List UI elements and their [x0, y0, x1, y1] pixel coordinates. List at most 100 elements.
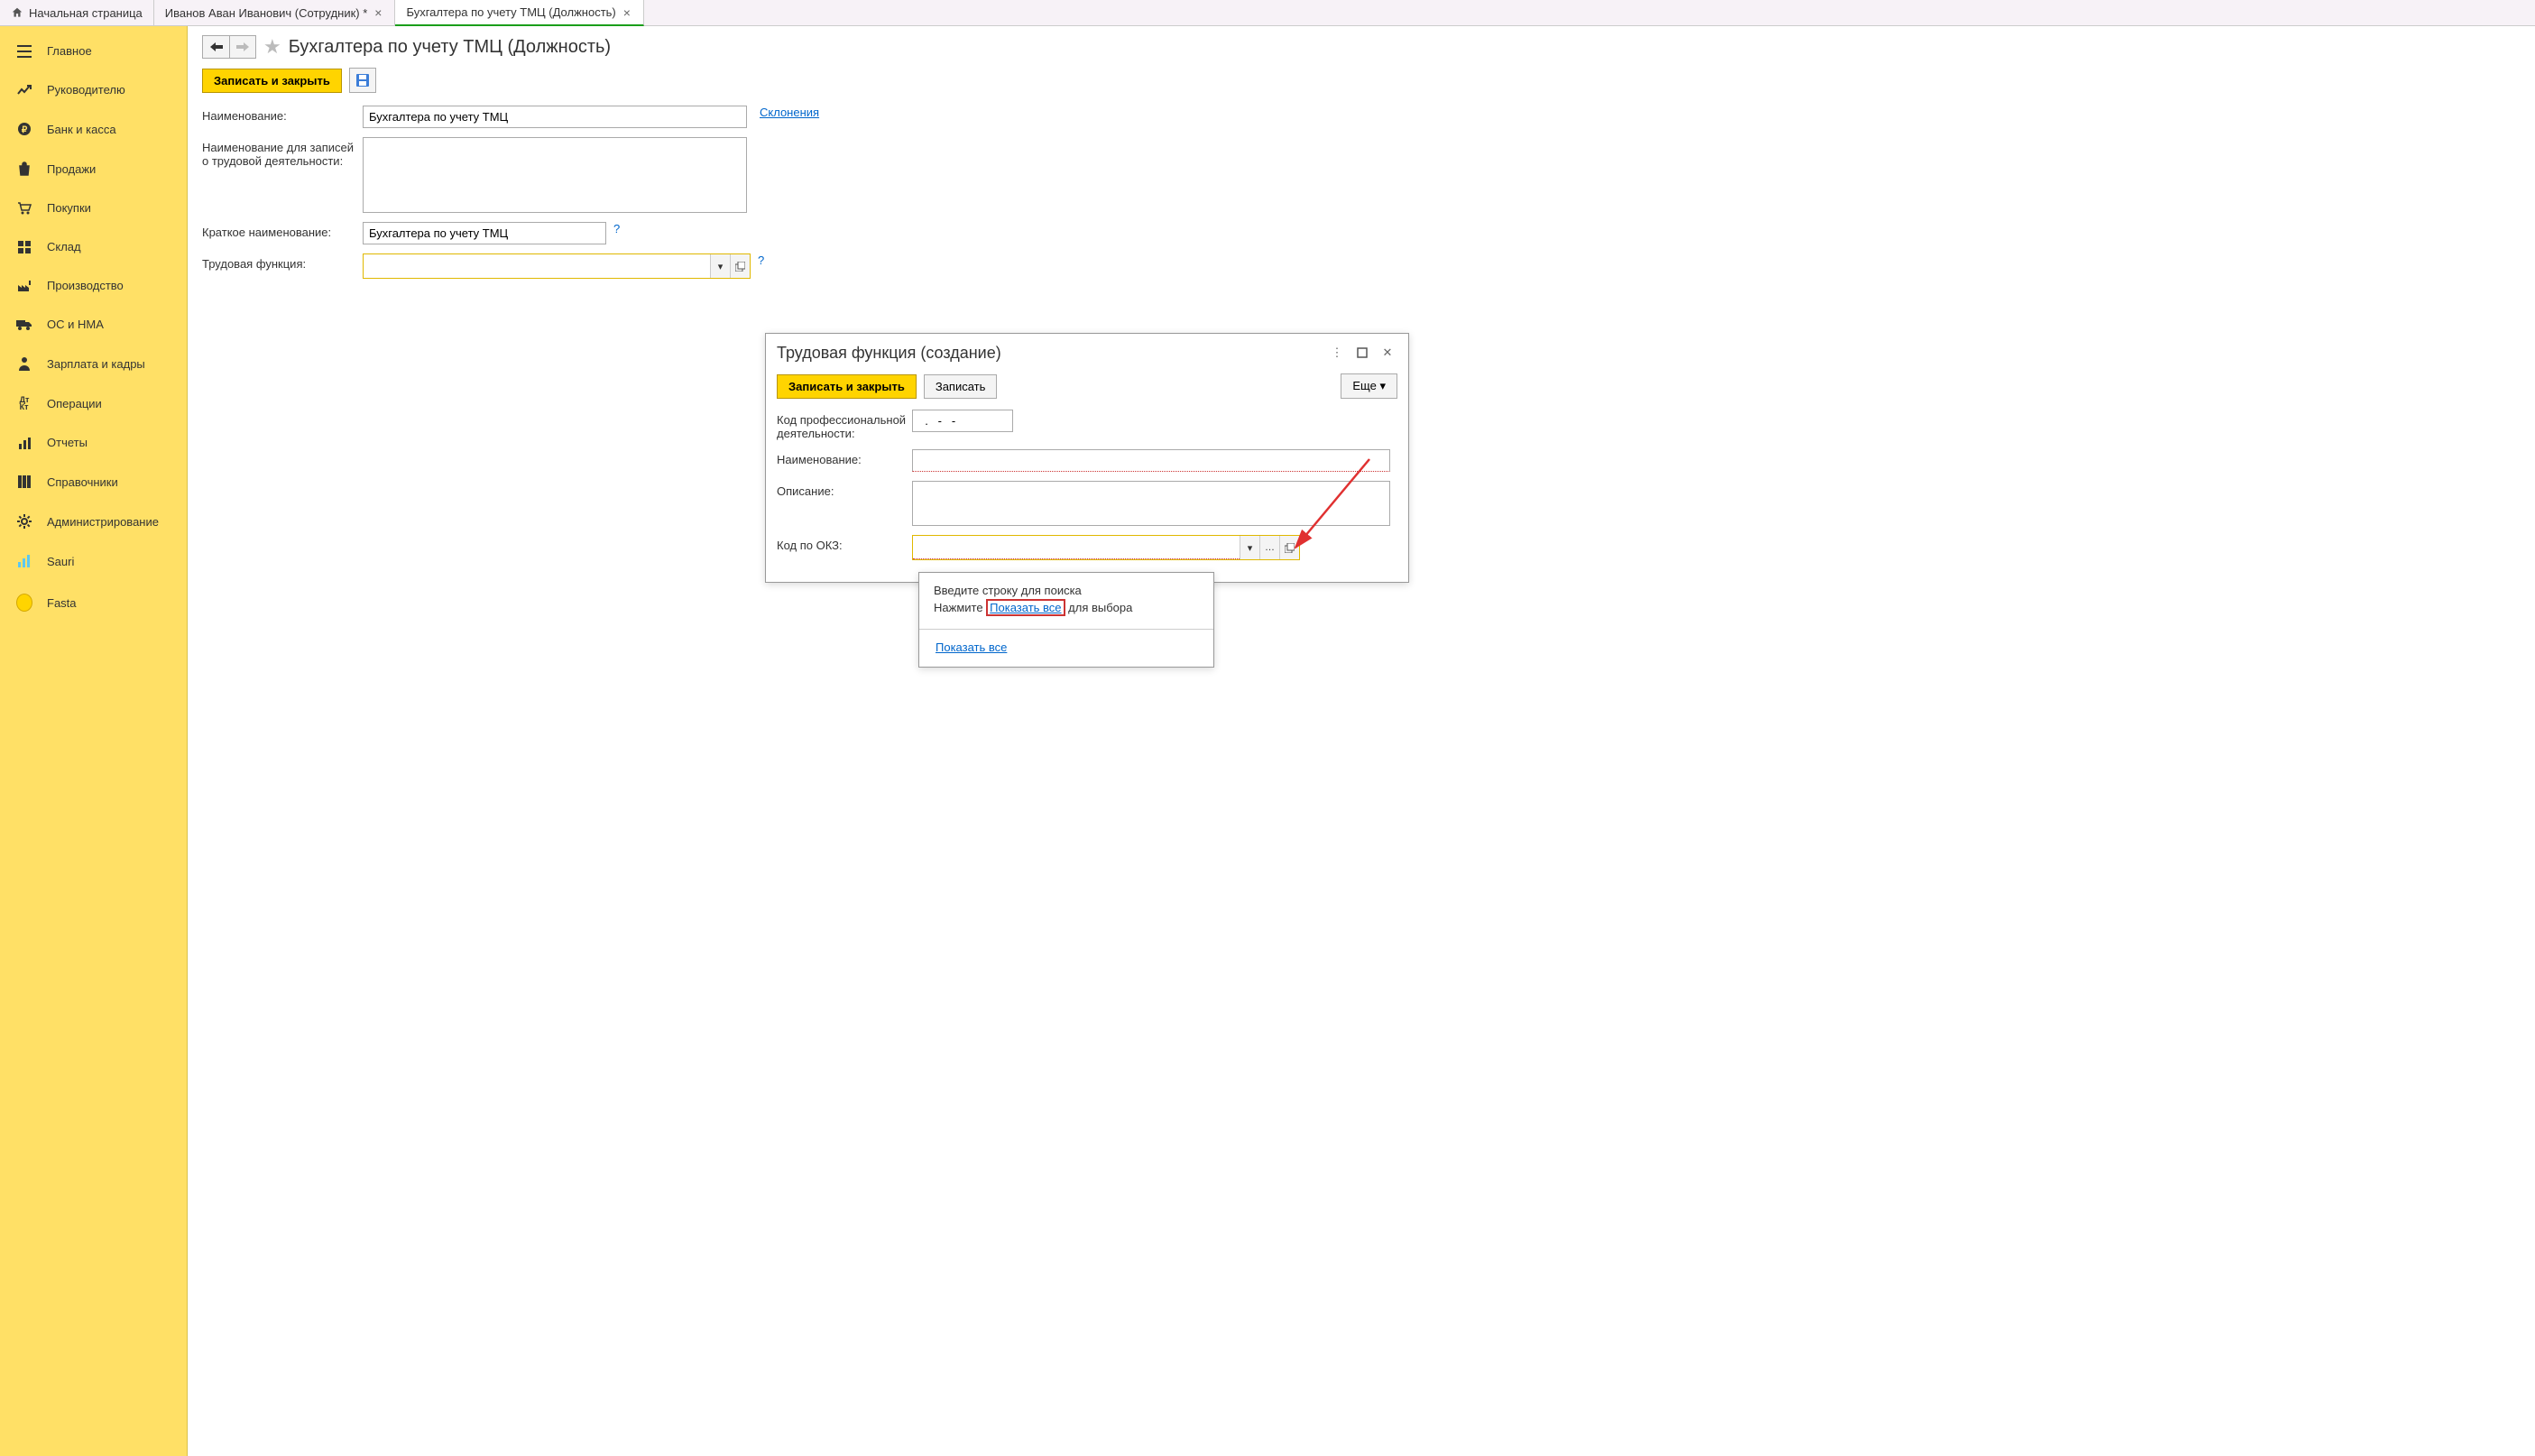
bag-icon [16, 161, 32, 176]
modal-more-button[interactable]: Еще ▾ [1341, 373, 1397, 399]
favorite-icon[interactable]: ★ [263, 35, 281, 59]
close-icon[interactable]: ✕ [1378, 343, 1397, 363]
sidebar-item-label: Главное [47, 44, 92, 58]
help-icon[interactable]: ? [613, 222, 620, 235]
modal-desc-input[interactable] [912, 481, 1390, 526]
show-all-link[interactable]: Показать все [934, 640, 1009, 654]
label-name-ezd: Наименование для записей о трудовой деят… [202, 137, 363, 168]
trend-icon [16, 85, 32, 96]
maximize-icon[interactable] [1352, 343, 1372, 363]
person-icon [16, 356, 32, 371]
name-input[interactable] [363, 106, 747, 128]
sidebar: Главное Руководителю ₽ Банк и касса Прод… [0, 26, 188, 1456]
labor-function-modal: Трудовая функция (создание) ⋮ ✕ Записать… [765, 333, 1409, 583]
sidebar-item-assets[interactable]: ОС и НМА [0, 305, 187, 344]
content-area: ★ Бухгалтера по учету ТМЦ (Должность) За… [188, 26, 2535, 1456]
sidebar-item-label: Зарплата и кадры [47, 357, 145, 371]
truck-icon [16, 319, 32, 330]
sidebar-item-fasta[interactable]: Fasta [0, 581, 187, 624]
tab-employee-label: Иванов Аван Иванович (Сотрудник) * [165, 6, 368, 20]
show-all-inline-link[interactable]: Показать все [986, 599, 1065, 616]
menu-icon [16, 45, 32, 58]
sidebar-item-catalogs[interactable]: Справочники [0, 462, 187, 502]
close-icon[interactable]: × [373, 5, 383, 20]
fasta-icon [16, 594, 32, 612]
sidebar-item-salary[interactable]: Зарплата и кадры [0, 344, 187, 383]
label-name: Наименование: [202, 106, 363, 123]
popup-hint-2: Нажмите Показать все для выбора [934, 601, 1199, 614]
labor-func-input[interactable] [364, 254, 710, 278]
okz-input[interactable] [913, 536, 1240, 559]
name-ezd-input[interactable] [363, 137, 747, 213]
page-title: Бухгалтера по учету ТМЦ (Должность) [289, 37, 611, 58]
sidebar-item-label: Fasta [47, 596, 77, 610]
sidebar-item-label: Операции [47, 397, 102, 410]
sidebar-item-label: Администрирование [47, 515, 159, 529]
okz-dropdown-popup: Введите строку для поиска Нажмите Показа… [918, 572, 1214, 668]
sidebar-item-label: Банк и касса [47, 123, 116, 136]
label-prof-code: Код профессиональной деятельности: [777, 410, 912, 440]
modal-save-button[interactable]: Записать [924, 374, 998, 399]
close-icon[interactable]: × [622, 5, 632, 20]
save-close-button[interactable]: Записать и закрыть [202, 69, 342, 93]
tab-position[interactable]: Бухгалтера по учету ТМЦ (Должность) × [395, 0, 643, 26]
tab-home[interactable]: Начальная страница [0, 0, 154, 25]
sidebar-item-admin[interactable]: Администрирование [0, 502, 187, 541]
modal-title: Трудовая функция (создание) [777, 344, 1322, 363]
chart-icon [16, 437, 32, 449]
gear-icon [16, 514, 32, 529]
boxes-icon [16, 241, 32, 253]
label-okz: Код по ОКЗ: [777, 535, 912, 552]
label-modal-name: Наименование: [777, 449, 912, 466]
sidebar-item-bank[interactable]: ₽ Банк и касса [0, 109, 187, 149]
prof-code-input[interactable] [912, 410, 1013, 432]
sidebar-item-sauri[interactable]: Sauri [0, 541, 187, 581]
short-name-input[interactable] [363, 222, 606, 244]
tab-position-label: Бухгалтера по учету ТМЦ (Должность) [406, 5, 615, 19]
label-modal-desc: Описание: [777, 481, 912, 498]
more-icon[interactable]: ⋮ [1327, 343, 1347, 363]
labor-func-field: ▾ [363, 253, 751, 279]
modal-name-input[interactable] [912, 449, 1390, 472]
save-button[interactable] [349, 68, 376, 93]
open-icon[interactable] [1279, 536, 1299, 559]
sidebar-item-reports[interactable]: Отчеты [0, 423, 187, 462]
forward-button[interactable] [229, 35, 256, 59]
popup-hint-1: Введите строку для поиска [934, 584, 1199, 597]
help-icon[interactable]: ? [758, 253, 764, 267]
sidebar-item-production[interactable]: Производство [0, 266, 187, 305]
sidebar-item-label: Sauri [47, 555, 74, 568]
tab-employee[interactable]: Иванов Аван Иванович (Сотрудник) * × [154, 0, 396, 25]
open-icon[interactable] [730, 254, 750, 278]
sidebar-item-label: Производство [47, 279, 124, 292]
sidebar-item-manager[interactable]: Руководителю [0, 70, 187, 109]
dropdown-icon[interactable]: ▾ [1240, 536, 1259, 559]
cart-icon [16, 202, 32, 215]
select-icon[interactable]: … [1259, 536, 1279, 559]
books-icon [16, 475, 32, 489]
sidebar-item-main[interactable]: Главное [0, 32, 187, 70]
label-short-name: Краткое наименование: [202, 222, 363, 239]
svg-text:₽: ₽ [22, 125, 28, 135]
home-icon [11, 6, 23, 19]
sidebar-item-label: Справочники [47, 475, 118, 489]
sidebar-item-label: ОС и НМА [47, 318, 104, 331]
sidebar-item-warehouse[interactable]: Склад [0, 227, 187, 266]
sidebar-item-label: Склад [47, 240, 81, 253]
modal-save-close-button[interactable]: Записать и закрыть [777, 374, 917, 399]
sidebar-item-sales[interactable]: Продажи [0, 149, 187, 189]
tab-home-label: Начальная страница [29, 6, 143, 20]
factory-icon [16, 280, 32, 292]
dtkt-icon: ДтКт [16, 396, 32, 410]
ruble-icon: ₽ [16, 122, 32, 136]
back-button[interactable] [202, 35, 229, 59]
sauri-icon [16, 554, 32, 568]
sidebar-item-label: Руководителю [47, 83, 125, 97]
sidebar-item-operations[interactable]: ДтКт Операции [0, 383, 187, 423]
sidebar-item-purchases[interactable]: Покупки [0, 189, 187, 227]
declensions-link[interactable]: Склонения [760, 106, 819, 119]
label-labor-func: Трудовая функция: [202, 253, 363, 271]
dropdown-icon[interactable]: ▾ [710, 254, 730, 278]
tab-bar: Начальная страница Иванов Аван Иванович … [0, 0, 2535, 26]
okz-field: ▾ … [912, 535, 1300, 560]
